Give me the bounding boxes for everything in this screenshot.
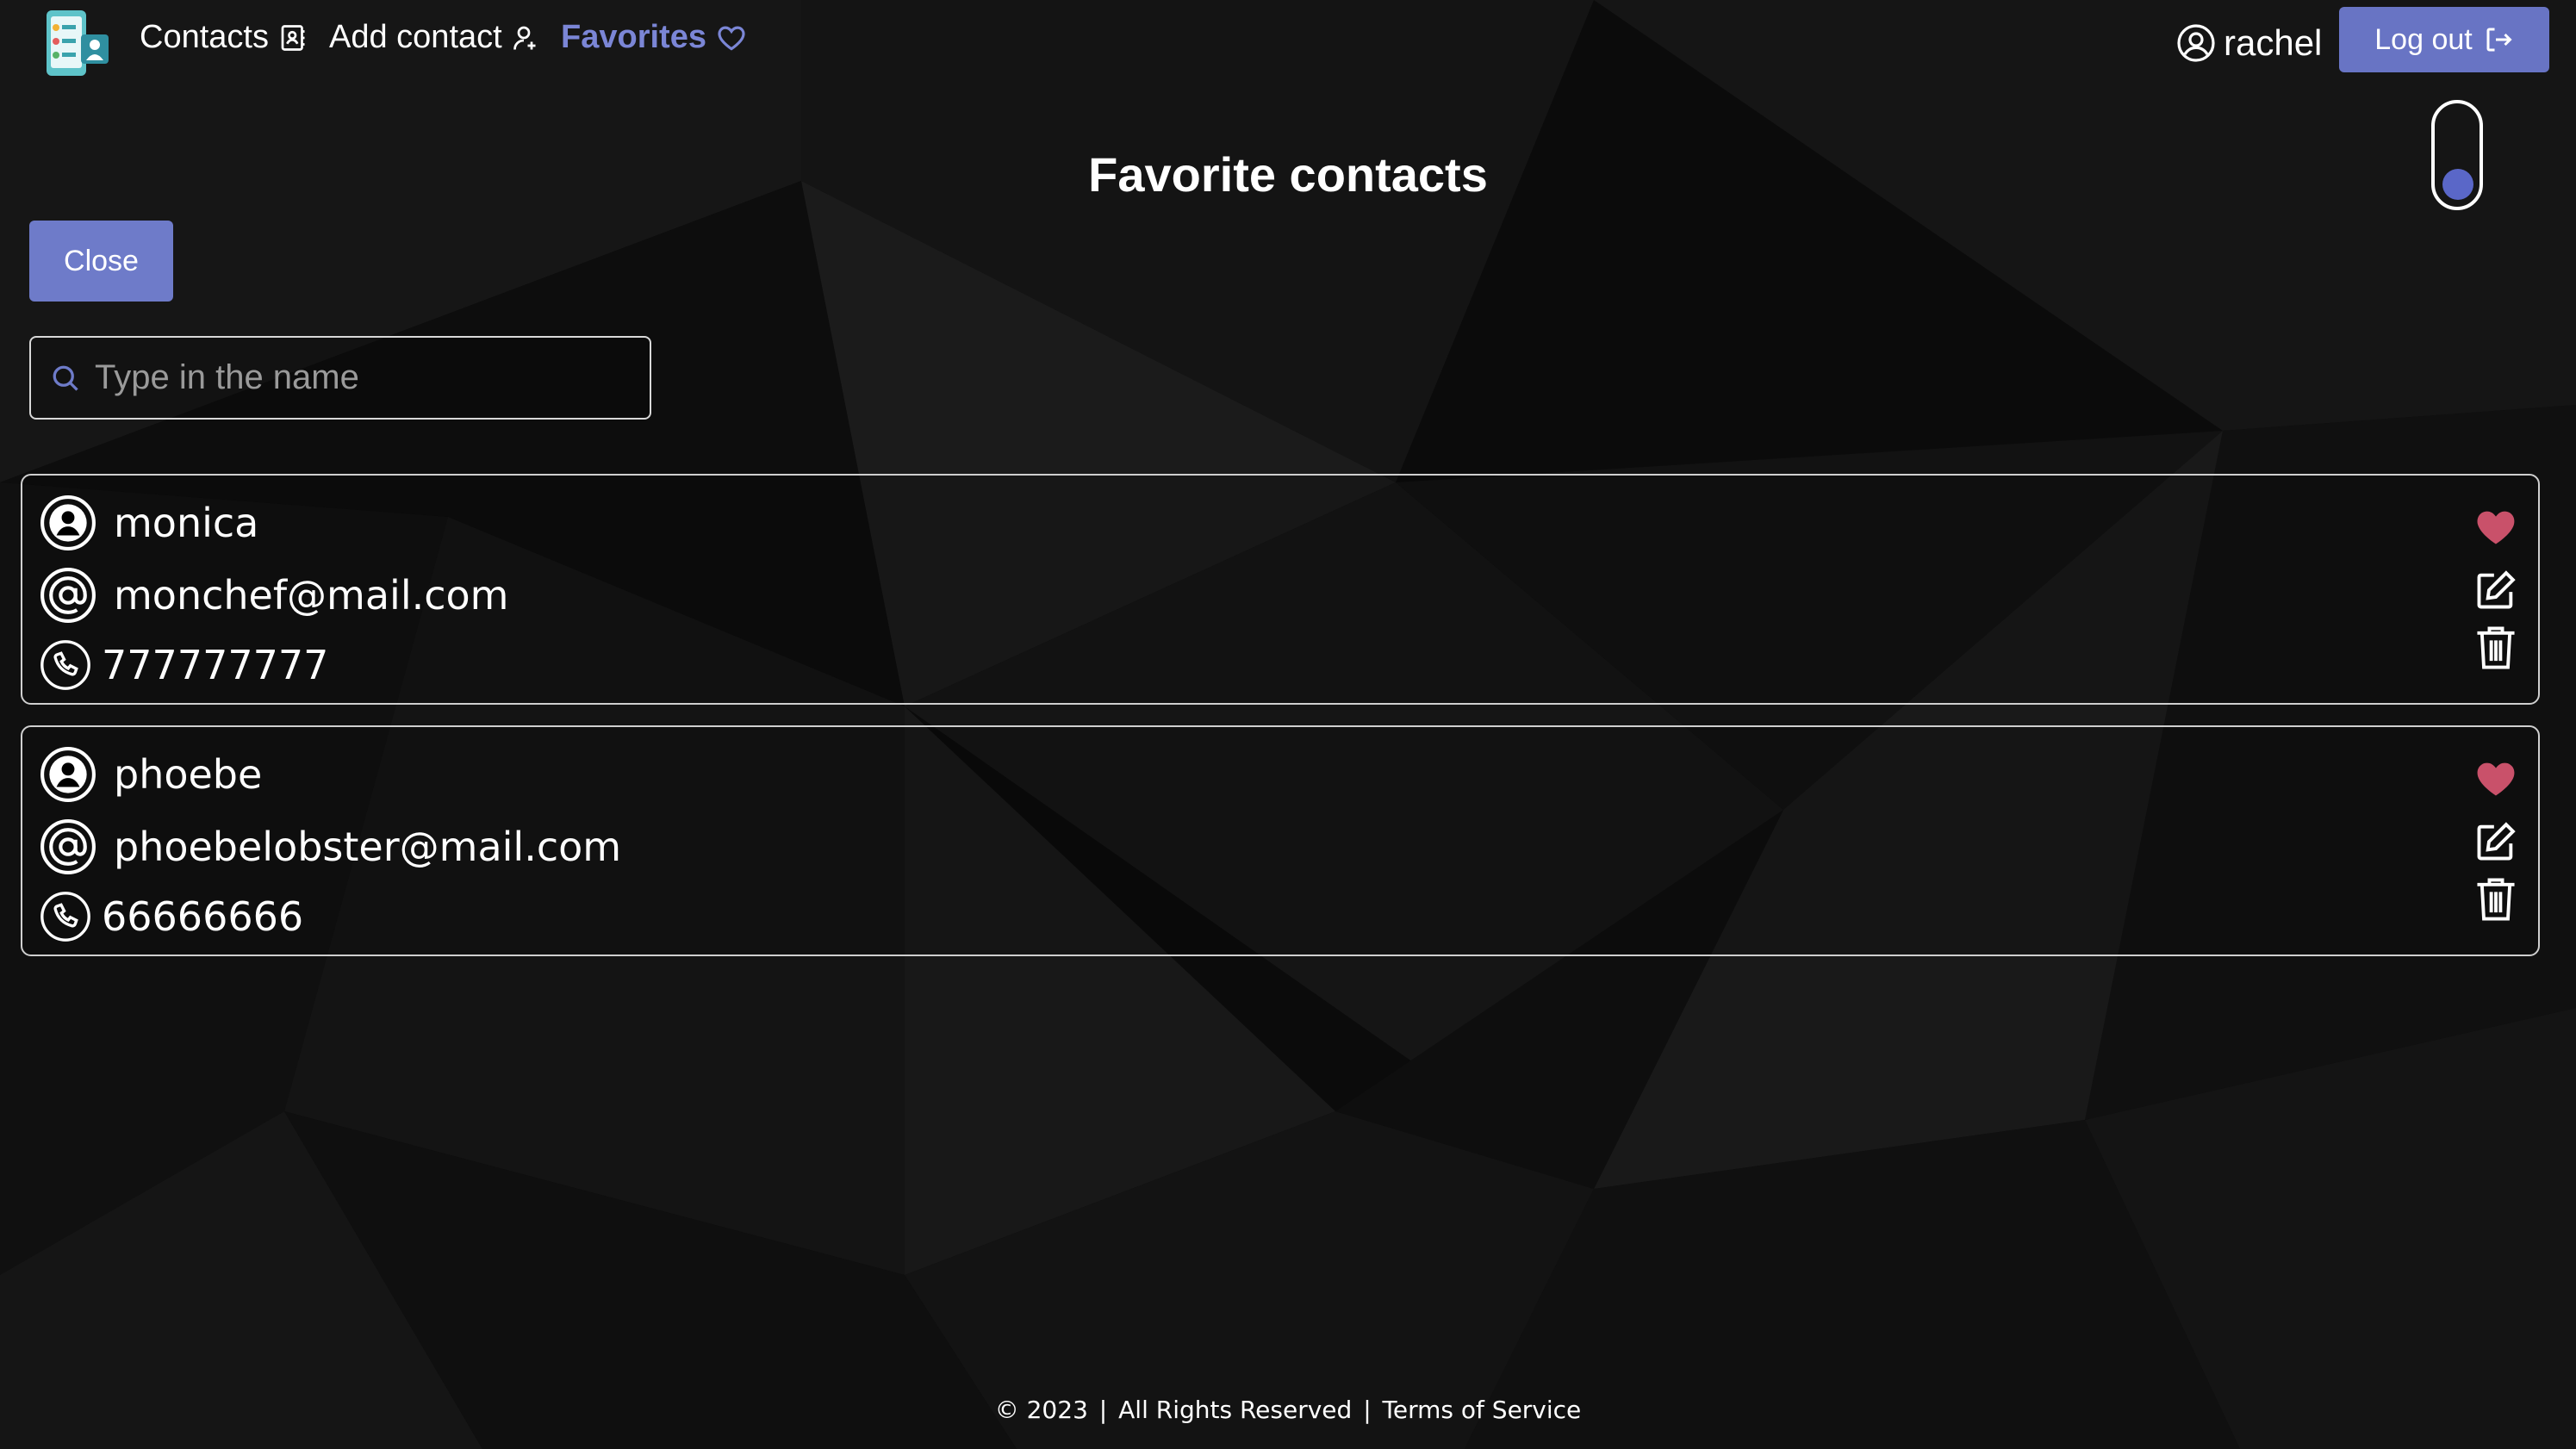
- edit-icon[interactable]: [2473, 819, 2518, 864]
- nav-favorites-label: Favorites: [561, 19, 706, 55]
- contact-card: phoebe phoebelobster@mail.com 66666666: [21, 725, 2540, 956]
- footer-rights: All Rights Reserved: [1118, 1396, 1353, 1424]
- nav-add-contact-label: Add contact: [329, 19, 502, 55]
- trash-icon[interactable]: [2473, 875, 2518, 924]
- footer: © 2023 | All Rights Reserved | Terms of …: [0, 1396, 2576, 1424]
- contact-name: monica: [114, 500, 259, 546]
- contact-email-row: monchef@mail.com: [40, 567, 508, 624]
- phone-icon: [40, 892, 90, 942]
- user-name: rachel: [2224, 22, 2323, 63]
- contact-name-row: phoebe: [40, 746, 262, 803]
- nav-favorites-link[interactable]: Favorites: [561, 19, 748, 56]
- app-logo-icon[interactable]: [43, 9, 112, 79]
- heart-filled-icon[interactable]: [2473, 505, 2518, 550]
- contact-phone-row: 777777777: [40, 639, 328, 691]
- contact-phone-row: 66666666: [40, 891, 303, 942]
- close-button[interactable]: Close: [29, 221, 173, 302]
- person-add-icon: [513, 26, 536, 50]
- top-navbar: Contacts Add contact Favorites rachel Lo…: [0, 0, 2576, 90]
- nav-add-contact-link[interactable]: Add contact: [329, 19, 542, 56]
- nav-contacts-link[interactable]: Contacts: [140, 19, 308, 56]
- contact-name-row: monica: [40, 494, 258, 551]
- background-polygons: [0, 0, 2576, 1449]
- footer-copyright: © 2023: [994, 1396, 1088, 1424]
- contact-phone: 777777777: [102, 642, 329, 688]
- nav-contacts-label: Contacts: [140, 19, 269, 55]
- logout-label: Log out: [2374, 22, 2473, 56]
- contact-email: phoebelobster@mail.com: [114, 824, 622, 870]
- address-book-icon: [281, 24, 305, 51]
- search-input[interactable]: [93, 358, 613, 398]
- contact-email-row: phoebelobster@mail.com: [40, 818, 621, 875]
- heart-filled-icon[interactable]: [2473, 756, 2518, 801]
- logout-icon: [2486, 28, 2512, 52]
- user-info: rachel: [2175, 22, 2322, 64]
- terms-of-service-link[interactable]: Terms of Service: [1383, 1396, 1582, 1424]
- footer-separator: |: [1098, 1396, 1108, 1424]
- search-box: [29, 336, 651, 420]
- user-avatar-icon: [40, 747, 96, 802]
- phone-icon: [40, 640, 90, 690]
- contact-phone: 66666666: [102, 893, 304, 940]
- contact-email: monchef@mail.com: [114, 572, 509, 619]
- user-avatar-icon: [40, 495, 96, 550]
- page-title: Favorite contacts: [1088, 147, 1488, 202]
- footer-separator: |: [1363, 1396, 1372, 1424]
- contact-card: monica monchef@mail.com 777777777: [21, 474, 2540, 705]
- trash-icon[interactable]: [2473, 624, 2518, 672]
- contact-name: phoebe: [114, 751, 263, 798]
- user-circle-icon: [2177, 24, 2215, 62]
- at-sign-icon: [40, 819, 96, 874]
- at-sign-icon: [40, 568, 96, 623]
- logout-button[interactable]: Log out: [2339, 7, 2549, 72]
- edit-icon[interactable]: [2473, 568, 2518, 613]
- heart-outline-icon: [718, 26, 745, 51]
- search-icon: [53, 365, 78, 391]
